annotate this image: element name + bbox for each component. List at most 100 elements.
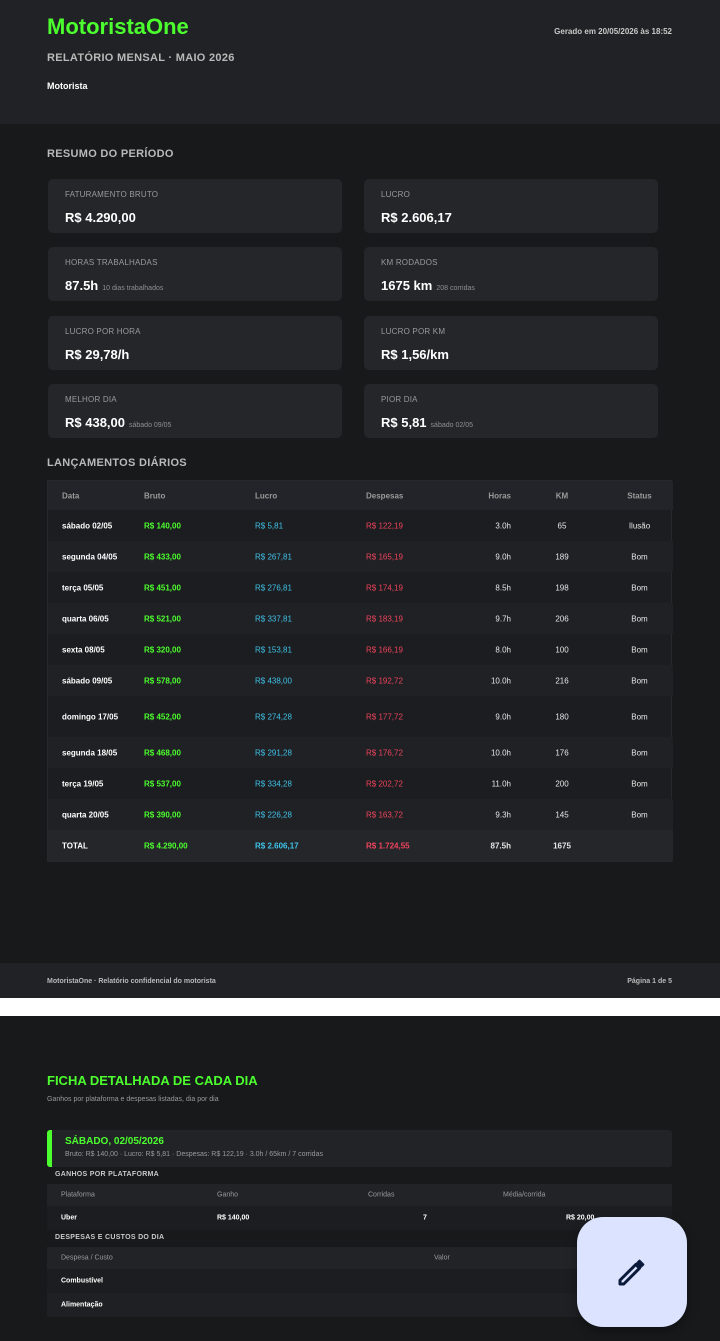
- card-label: LUCRO POR HORA: [65, 327, 141, 336]
- summary-title: RESUMO DO PERÍODO: [47, 148, 174, 160]
- cell-km: 198: [555, 583, 569, 592]
- cell-hours: 9.0h: [495, 552, 511, 561]
- cell-profit: R$ 5,81: [255, 521, 284, 530]
- card-subtext: sábado 09/05: [129, 422, 172, 429]
- cell-date: terça 05/05: [62, 583, 104, 592]
- col-avg: Média/corrida: [503, 1191, 546, 1199]
- cell-status: Bom: [631, 748, 648, 757]
- cell-status: Ilusão: [628, 521, 651, 530]
- cell-expenses: R$ 165,19: [366, 552, 403, 561]
- card-value: R$ 5,81 sábado 02/05: [381, 415, 473, 430]
- table-row: domingo 17/05 R$ 452,00 R$ 274,28 R$ 177,72…: [48, 696, 673, 737]
- cell-expenses: R$ 174,19: [366, 583, 403, 592]
- cell-profit: R$ 291,28: [255, 748, 292, 757]
- cell-profit: R$ 274,28: [255, 712, 292, 721]
- expense-name: Alimentação: [61, 1301, 103, 1309]
- platform-section-label: GANHOS POR PLATAFORMA: [55, 1171, 160, 1178]
- cell-date: TOTAL: [62, 841, 88, 850]
- day-header: SÁBADO, 02/05/2026 Bruto: R$ 140,00 · Lu…: [47, 1130, 672, 1167]
- cell-hours: 9.7h: [495, 614, 511, 623]
- table-total-row: TOTAL R$ 4.290,00 R$ 2.606,17 R$ 1.724,55 87…: [48, 830, 673, 861]
- card-label: HORAS TRABALHADAS: [65, 258, 158, 267]
- col-value: Valor: [434, 1254, 450, 1262]
- report-header: MotoristaOne Gerado em 20/05/2026 às 18:…: [0, 0, 720, 124]
- cell-profit: R$ 267,81: [255, 552, 292, 561]
- table-row: quarta 20/05 R$ 390,00 R$ 226,28 R$ 163,72 9…: [48, 799, 673, 830]
- cell-expenses: R$ 1.724,55: [366, 841, 410, 850]
- cell-profit: R$ 334,28: [255, 779, 292, 788]
- cell-gross: R$ 468,00: [144, 748, 181, 757]
- platform-row: Uber R$ 140,00 7 R$ 20,00: [47, 1206, 672, 1230]
- cell-hours: 9.3h: [495, 810, 511, 819]
- cell-km: 100: [555, 645, 569, 654]
- cell-status: Bom: [631, 676, 648, 685]
- cell-expenses: R$ 177,72: [366, 712, 403, 721]
- day-summary: Bruto: R$ 140,00 · Lucro: R$ 5,81 · Desp…: [65, 1151, 323, 1158]
- page-footer: MotoristaOne · Relatório confidencial do…: [0, 963, 720, 998]
- col-gross: Bruto: [144, 491, 166, 500]
- report-title: RELATÓRIO MENSAL · MAIO 2026: [47, 52, 235, 64]
- cell-expenses: R$ 192,72: [366, 676, 403, 685]
- page-break: [0, 998, 720, 1016]
- cell-status: Bom: [631, 645, 648, 654]
- card-value: 1675 km 208 corridas: [381, 278, 475, 293]
- cell-expenses: R$ 163,72: [366, 810, 403, 819]
- table-row: sexta 08/05 R$ 320,00 R$ 153,81 R$ 166,19 8.…: [48, 634, 673, 665]
- cell-status: Bom: [631, 712, 648, 721]
- col-status: Status: [627, 491, 652, 500]
- cell-profit: R$ 337,81: [255, 614, 292, 623]
- cell-expenses: R$ 183,19: [366, 614, 403, 623]
- platform-rides: 7: [423, 1214, 427, 1222]
- card-profit: LUCRO R$ 2.606,17: [364, 179, 658, 233]
- cell-hours: 10.0h: [490, 676, 511, 685]
- cell-date: sábado 09/05: [62, 676, 113, 685]
- card-label: MELHOR DIA: [65, 395, 117, 404]
- cell-profit: R$ 2.606,17: [255, 841, 299, 850]
- cell-hours: 10.0h: [490, 748, 511, 757]
- cell-gross: R$ 433,00: [144, 552, 181, 561]
- cell-gross: R$ 390,00: [144, 810, 181, 819]
- cell-hours: 9.0h: [495, 712, 511, 721]
- cell-profit: R$ 276,81: [255, 583, 292, 592]
- platform-gain: R$ 140,00: [217, 1214, 250, 1222]
- col-expense: Despesa / Custo: [61, 1254, 113, 1262]
- cell-date: segunda 04/05: [62, 552, 118, 561]
- card-subtext: sábado 02/05: [430, 422, 473, 429]
- cell-profit: R$ 226,28: [255, 810, 292, 819]
- cell-gross: R$ 140,00: [144, 521, 181, 530]
- page-number: Página 1 de 5: [627, 978, 672, 985]
- cell-gross: R$ 537,00: [144, 779, 181, 788]
- cell-gross: R$ 451,00: [144, 583, 181, 592]
- card-worst-day: PIOR DIA R$ 5,81 sábado 02/05: [364, 384, 658, 438]
- cell-status: Bom: [631, 779, 648, 788]
- cell-date: quarta 06/05: [62, 614, 109, 623]
- col-date: Data: [62, 491, 80, 500]
- col-hours: Horas: [488, 491, 511, 500]
- generated-timestamp: Gerado em 20/05/2026 às 18:52: [554, 27, 672, 36]
- card-gross-revenue: FATURAMENTO BRUTO R$ 4.290,00: [48, 179, 342, 233]
- cell-date: sexta 08/05: [62, 645, 105, 654]
- col-rides: Corridas: [368, 1191, 395, 1199]
- cell-hours: 87.5h: [490, 841, 511, 850]
- cell-date: quarta 20/05: [62, 810, 109, 819]
- expense-name: Combustível: [61, 1277, 104, 1285]
- edit-fab-button[interactable]: [577, 1217, 687, 1327]
- cell-status: Bom: [631, 552, 648, 561]
- card-km-driven: KM RODADOS 1675 km 208 corridas: [364, 247, 658, 301]
- cell-hours: 3.0h: [495, 521, 511, 530]
- app-logo: MotoristaOne: [47, 14, 189, 39]
- table-row: segunda 04/05 R$ 433,00 R$ 267,81 R$ 165,19…: [48, 541, 673, 572]
- daily-table: Data Bruto Lucro Despesas Horas KM Statu…: [47, 480, 673, 862]
- col-expenses: Despesas: [366, 491, 404, 500]
- card-hours-worked: HORAS TRABALHADAS 87.5h 10 dias trabalhad…: [48, 247, 342, 301]
- cell-expenses: R$ 166,19: [366, 645, 403, 654]
- driver-label: Motorista: [47, 81, 88, 91]
- card-profit-per-hour: LUCRO POR HORA R$ 29,78/h: [48, 316, 342, 370]
- cell-date: segunda 18/05: [62, 748, 118, 757]
- card-value: 87.5h 10 dias trabalhados: [65, 278, 164, 293]
- card-label: PIOR DIA: [381, 395, 418, 404]
- card-subtext: 10 dias trabalhados: [102, 285, 164, 292]
- cell-status: Bom: [631, 583, 648, 592]
- cell-status: Bom: [631, 614, 648, 623]
- card-value: R$ 2.606,17: [381, 210, 452, 225]
